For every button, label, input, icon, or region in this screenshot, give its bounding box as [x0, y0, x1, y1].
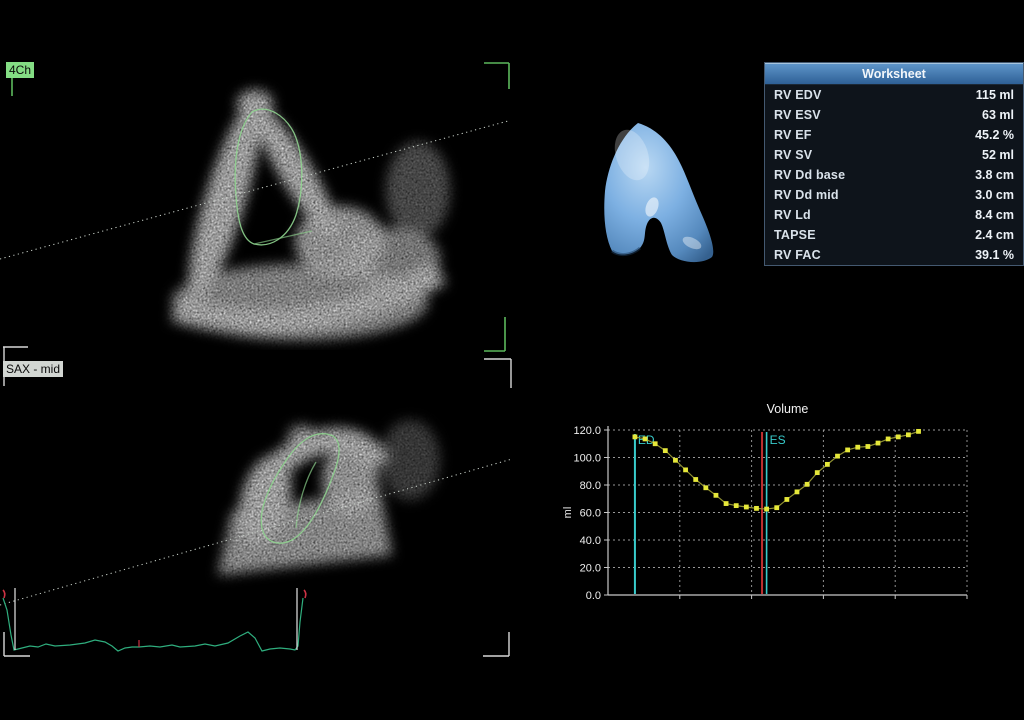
y-tick-label: 100.0	[573, 453, 601, 465]
volume-data-point[interactable]	[845, 448, 850, 453]
volume-data-point[interactable]	[663, 448, 668, 453]
measurement-value: 39.1 %	[975, 248, 1014, 262]
measurement-label: TAPSE	[774, 228, 816, 242]
view-label-sax-mid: SAX - mid	[3, 361, 63, 377]
volume-data-point[interactable]	[784, 497, 789, 502]
y-tick-label: 80.0	[580, 480, 601, 492]
volume-data-point[interactable]	[734, 503, 739, 508]
echo-tissue-4ch	[130, 70, 490, 350]
echo-workstation-screen: 4Ch SAX - mid Worksheet RV EDV115 mlRV E…	[0, 0, 1024, 720]
worksheet-panel: Worksheet RV EDV 115 ml RV ESV 63 ml RV EF 45…	[764, 62, 1024, 266]
y-tick-label: 60.0	[580, 508, 601, 520]
volume-data-point[interactable]	[754, 506, 759, 511]
worksheet-title: Worksheet	[862, 67, 926, 81]
ecg-trace	[3, 598, 303, 651]
worksheet-row[interactable]: RV Dd mid 3.0 cm	[765, 185, 1023, 205]
volume-data-point[interactable]	[886, 437, 891, 442]
y-axis-label: ml	[562, 507, 574, 519]
worksheet-row[interactable]: RV Dd base 3.8 cm	[765, 165, 1023, 185]
worksheet-row[interactable]: RV ESV 63 ml	[765, 105, 1023, 125]
measurement-label: RV FAC	[774, 248, 821, 262]
volume-data-point[interactable]	[683, 467, 688, 472]
volume-data-point[interactable]	[653, 441, 658, 446]
echo-tissue-sax	[180, 400, 460, 600]
y-tick-label: 40.0	[580, 535, 601, 547]
measurement-value: 45.2 %	[975, 128, 1014, 142]
es-marker-label: ES	[770, 433, 786, 447]
y-tick-label: 0.0	[586, 590, 601, 602]
measurement-value: 63 ml	[982, 108, 1014, 122]
measurement-label: RV Dd base	[774, 168, 845, 182]
worksheet-row[interactable]: RV EDV 115 ml	[765, 85, 1023, 105]
volume-data-point[interactable]	[633, 434, 638, 439]
volume-data-point[interactable]	[876, 441, 881, 446]
y-tick-label: 20.0	[580, 563, 601, 575]
worksheet-row[interactable]: RV Ld 8.4 cm	[765, 205, 1023, 225]
measurement-label: RV SV	[774, 148, 812, 162]
measurement-value: 3.0 cm	[975, 188, 1014, 202]
volume-data-point[interactable]	[896, 434, 901, 439]
y-tick-label: 120.0	[573, 425, 601, 437]
ultrasound-view-4ch[interactable]	[0, 0, 512, 360]
volume-data-point[interactable]	[916, 429, 921, 434]
worksheet-row[interactable]: RV EF 45.2 %	[765, 125, 1023, 145]
volume-data-point[interactable]	[865, 444, 870, 449]
worksheet-row[interactable]: TAPSE 2.4 cm	[765, 225, 1023, 245]
measurement-value: 2.4 cm	[975, 228, 1014, 242]
measurement-value: 3.8 cm	[975, 168, 1014, 182]
measurement-label: RV Dd mid	[774, 188, 839, 202]
rv-3d-model[interactable]	[560, 85, 770, 285]
volume-data-point[interactable]	[795, 489, 800, 494]
volume-data-point[interactable]	[906, 432, 911, 437]
measurement-value: 8.4 cm	[975, 208, 1014, 222]
volume-data-point[interactable]	[703, 485, 708, 490]
volume-data-point[interactable]	[714, 493, 719, 498]
worksheet-rows: RV EDV 115 ml RV ESV 63 ml RV EF 45.2 % RV SV 5…	[765, 85, 1023, 265]
volume-chart: Volumeml0.020.040.060.080.0100.0120.0EDE…	[558, 396, 1024, 610]
volume-data-point[interactable]	[744, 505, 749, 510]
volume-data-point[interactable]	[693, 477, 698, 482]
volume-data-point[interactable]	[855, 445, 860, 450]
measurement-label: RV ESV	[774, 108, 821, 122]
view-label-4ch: 4Ch	[6, 62, 34, 78]
volume-data-point[interactable]	[764, 507, 769, 512]
volume-data-point[interactable]	[643, 437, 648, 442]
worksheet-row[interactable]: RV FAC 39.1 %	[765, 245, 1023, 265]
measurement-label: RV Ld	[774, 208, 811, 222]
volume-data-point[interactable]	[673, 458, 678, 463]
volume-data-point[interactable]	[815, 470, 820, 475]
volume-data-point[interactable]	[774, 505, 779, 510]
volume-data-point[interactable]	[825, 462, 830, 467]
measurement-value: 115 ml	[976, 88, 1014, 102]
ultrasound-view-sax-mid[interactable]	[0, 340, 512, 720]
worksheet-row[interactable]: RV SV 52 ml	[765, 145, 1023, 165]
measurement-label: RV EF	[774, 128, 812, 142]
measurement-value: 52 ml	[982, 148, 1014, 162]
volume-data-point[interactable]	[724, 501, 729, 506]
measurement-label: RV EDV	[774, 88, 822, 102]
volume-data-point[interactable]	[835, 454, 840, 459]
chart-title: Volume	[767, 402, 809, 416]
volume-data-point[interactable]	[805, 482, 810, 487]
worksheet-header[interactable]: Worksheet	[765, 63, 1023, 85]
